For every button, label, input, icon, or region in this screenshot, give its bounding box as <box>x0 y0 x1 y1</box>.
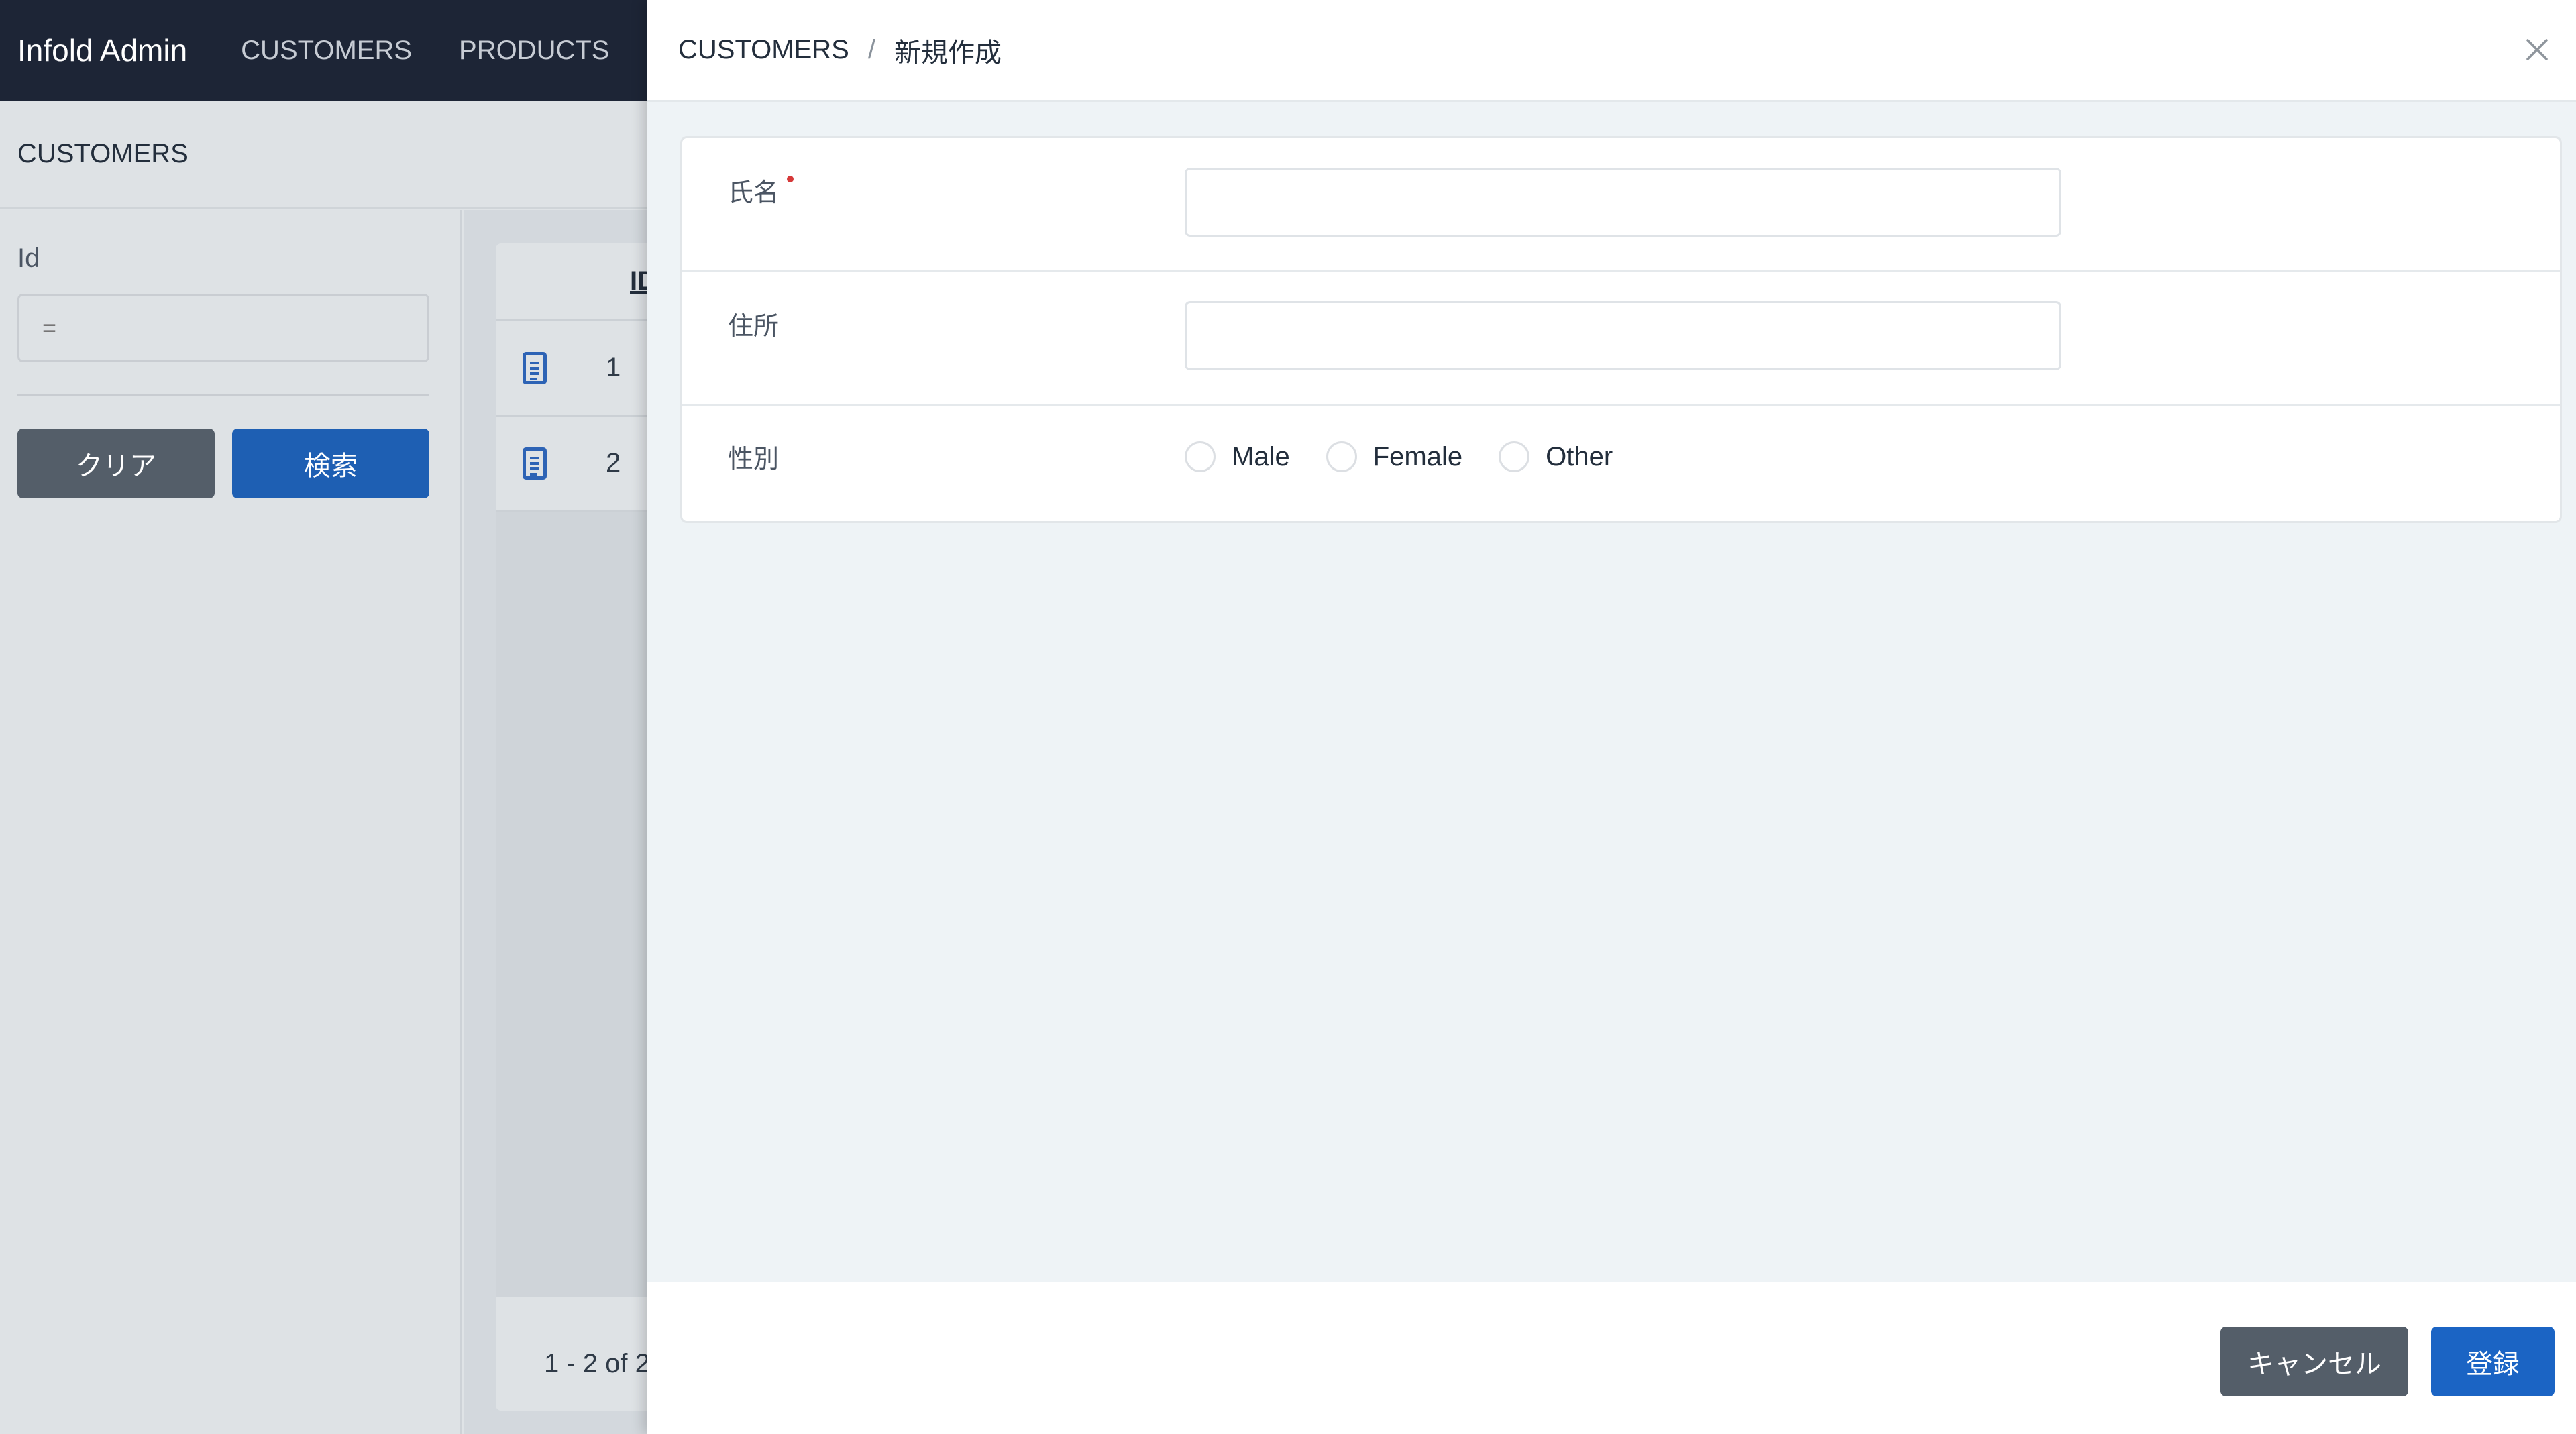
gender-option-female[interactable]: Female <box>1326 441 1462 472</box>
breadcrumb-current: 新規作成 <box>894 38 1002 68</box>
id-filter-input[interactable] <box>17 294 429 362</box>
create-customer-drawer: CUSTOMERS / 新規作成 氏名 住所 性別 Male Female Ot… <box>647 0 2576 1434</box>
filter-divider <box>17 394 429 396</box>
radio-button-other[interactable] <box>1499 441 1530 472</box>
id-filter-label: Id <box>17 243 40 273</box>
search-button[interactable]: 検索 <box>232 429 429 498</box>
page-title: CUSTOMERS <box>17 139 189 168</box>
gender-option-male[interactable]: Male <box>1185 441 1290 472</box>
close-icon <box>2526 39 2548 60</box>
radio-button-female[interactable] <box>1326 441 1357 472</box>
form-row-gender: 性別 Male Female Other <box>682 406 2560 521</box>
close-button[interactable] <box>2518 31 2556 68</box>
gender-option-other[interactable]: Other <box>1499 441 1613 472</box>
brand-logo[interactable]: Infold Admin <box>17 32 187 68</box>
radio-label-female: Female <box>1373 441 1463 472</box>
form-row-name: 氏名 <box>682 138 2560 272</box>
customer-form: 氏名 住所 性別 Male Female Other <box>680 136 2562 523</box>
radio-label-other: Other <box>1546 441 1613 472</box>
submit-button[interactable]: 登録 <box>2431 1327 2555 1396</box>
gender-label: 性別 <box>728 444 780 474</box>
form-row-address: 住所 <box>682 272 2560 406</box>
address-label: 住所 <box>728 311 780 341</box>
filter-panel: Id クリア 検索 <box>0 210 462 1434</box>
radio-button-male[interactable] <box>1185 441 1216 472</box>
required-indicator <box>787 176 794 182</box>
drawer-footer: キャンセル 登録 <box>647 1282 2576 1434</box>
pagination-text: 1 - 2 of 2 <box>544 1348 650 1378</box>
gender-radio-group: Male Female Other <box>1185 438 1649 476</box>
radio-label-male: Male <box>1232 441 1290 472</box>
nav-link-products[interactable]: PRODUCTS <box>459 36 609 66</box>
name-label-text: 氏名 <box>728 178 780 207</box>
row-id: 2 <box>606 448 621 478</box>
filter-buttons: クリア 検索 <box>17 429 442 498</box>
drawer-header: CUSTOMERS / 新規作成 <box>647 0 2576 102</box>
document-icon[interactable] <box>523 351 547 384</box>
cancel-button[interactable]: キャンセル <box>2220 1327 2408 1396</box>
row-id: 1 <box>606 353 621 382</box>
name-label: 氏名 <box>728 172 794 209</box>
document-icon[interactable] <box>523 447 547 480</box>
clear-button[interactable]: クリア <box>17 429 215 498</box>
address-input[interactable] <box>1185 301 2061 370</box>
name-input[interactable] <box>1185 168 2061 237</box>
nav-link-customers[interactable]: CUSTOMERS <box>241 36 412 66</box>
breadcrumb-customers[interactable]: CUSTOMERS <box>678 35 849 65</box>
breadcrumb-separator: / <box>867 35 875 64</box>
